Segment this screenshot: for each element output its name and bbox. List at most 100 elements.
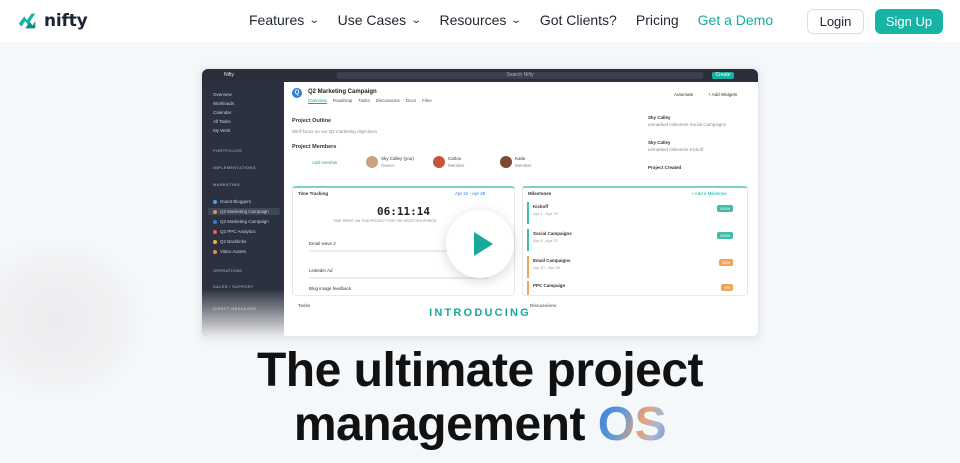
- time-tracking-heading: Time Tracking: [298, 191, 329, 196]
- sidebar-item-q2-marketing-active: Q2 Marketing Campaign: [213, 219, 269, 224]
- product-video-preview[interactable]: Nifty Search Nifty Create Overview Workl…: [201, 68, 759, 337]
- nav-pricing-label: Pricing: [635, 12, 679, 28]
- avatar: [366, 156, 378, 168]
- activity-title: Sky Calley: [648, 115, 671, 120]
- project-outline-heading: Project Outline: [292, 118, 332, 124]
- milestone-name: Email Campaigns: [533, 258, 571, 263]
- nav-resources-label: Resources: [439, 12, 507, 28]
- nav-features[interactable]: Features ⌄: [249, 12, 320, 28]
- nav-pricing[interactable]: Pricing: [636, 12, 679, 28]
- brand-name: nifty: [44, 11, 88, 31]
- nav-get-a-demo-label: Get a Demo: [697, 12, 774, 28]
- login-button[interactable]: Login: [807, 9, 864, 34]
- milestone-dates: Apr 8 - Apr 22: [533, 238, 558, 243]
- sidebar-item-label: Video Assets: [220, 249, 246, 254]
- sidebar-head-implementations: IMPLEMENTATIONS: [213, 165, 256, 170]
- nav-use-cases-label: Use Cases: [337, 12, 407, 28]
- activity-title: Sky Calley: [648, 140, 671, 145]
- sidebar-item-calendar: Calendar: [213, 110, 232, 115]
- automate-button: Automate: [674, 92, 694, 97]
- tab-tasks: Tasks: [358, 98, 370, 103]
- nav-resources[interactable]: Resources ⌄: [439, 12, 523, 28]
- tab-overview: Overview: [308, 98, 327, 104]
- time-entry: Email wave 2: [309, 241, 336, 246]
- project-title: Q2 Marketing Campaign: [308, 89, 377, 95]
- activity-text: unmarked milestone Kickoff: [648, 147, 704, 152]
- hero-title: The ultimate project management OS: [0, 344, 960, 452]
- hero-title-line2: management: [293, 398, 598, 451]
- milestone-name: Kickoff: [533, 204, 549, 209]
- milestones-card: Milestones + Add a Milestone Kickoff Apr…: [522, 186, 748, 296]
- milestone-progress: 40%: [718, 259, 733, 266]
- time-caption: TIME SPENT ON THIS PROJECT FOR THE SELEC…: [333, 219, 437, 223]
- sidebar-item-video-assets: Video Assets: [213, 249, 246, 254]
- tab-roadmap: Roadmap: [332, 98, 353, 103]
- nav-features-label: Features: [249, 12, 305, 28]
- add-widgets-button: + Add Widgets: [708, 92, 738, 97]
- play-video-button[interactable]: [446, 210, 514, 278]
- nifty-logo-icon: [18, 13, 36, 29]
- project-outline-text: We'll focus on our Q2 marketing objectiv…: [292, 129, 378, 134]
- tab-docs: Docs: [405, 98, 417, 103]
- chevron-down-icon: ⌄: [308, 14, 320, 26]
- sidebar-head-portfolios: PORTFOLIOS: [213, 148, 242, 153]
- tab-files: Files: [422, 98, 432, 103]
- sidebar-item-label: Q2 Backlinks: [220, 239, 247, 244]
- milestones-heading: Milestones: [528, 191, 552, 196]
- add-member-link: Add member: [312, 160, 338, 165]
- nav-got-clients[interactable]: Got Clients?: [540, 12, 617, 28]
- sidebar-head-marketing: MARKETING: [213, 182, 240, 187]
- project-dot-icon: [213, 199, 217, 204]
- avatar: [433, 156, 445, 168]
- sidebar-item-workloads: Workloads: [213, 101, 235, 106]
- app-search-field: Search Nifty: [337, 72, 703, 79]
- nav-get-a-demo[interactable]: Get a Demo: [698, 12, 773, 28]
- app-create-button: Create: [712, 72, 734, 79]
- time-entry: LinkedIn Ad: [309, 268, 333, 273]
- project-badge: Q: [292, 88, 302, 98]
- hero-title-line1: The ultimate project: [256, 344, 704, 397]
- project-dot-icon: [213, 209, 217, 214]
- member-role: Member: [448, 163, 465, 168]
- top-navigation: nifty Features ⌄ Use Cases ⌄ Resources ⌄…: [0, 0, 960, 42]
- avatar: [500, 156, 512, 168]
- milestone-name: Social Campaigns: [533, 231, 572, 236]
- chevron-down-icon: ⌄: [410, 14, 422, 26]
- project-dot-icon: [213, 229, 217, 234]
- project-dot-icon: [213, 219, 217, 224]
- activity-text: unmarked milestone Social Campaigns: [648, 122, 727, 127]
- member-role: Member: [515, 163, 532, 168]
- divider: [309, 277, 489, 279]
- project-dot-icon: [213, 239, 217, 244]
- milestone-name: PPC Campaign: [533, 283, 566, 288]
- milestone-row: Email Campaigns Apr 10 - Apr 25 40%: [527, 256, 739, 278]
- nav-use-cases[interactable]: Use Cases ⌄: [337, 12, 422, 28]
- milestone-progress: 100%: [716, 205, 733, 212]
- nifty-logo[interactable]: nifty: [16, 10, 88, 32]
- sidebar-item-q2-ppc: Q2 PPC Analytics: [213, 229, 256, 234]
- sidebar-item-q2-backlinks: Q2 Backlinks: [213, 239, 246, 244]
- sign-up-button[interactable]: Sign Up: [875, 9, 943, 34]
- play-icon: [473, 232, 493, 256]
- tab-discussions: Discussions: [375, 98, 400, 103]
- activity-title: Project Created: [648, 165, 682, 170]
- hero-title-highlight: OS: [597, 398, 667, 451]
- milestone-row: Social Campaigns Apr 8 - Apr 22 100%: [527, 229, 739, 251]
- app-topbar: Nifty Search Nifty Create: [202, 69, 758, 82]
- nav-got-clients-label: Got Clients?: [539, 12, 617, 28]
- sidebar-item-overview: Overview: [213, 92, 232, 97]
- milestone-dates: Apr 10 - Apr 25: [533, 265, 560, 270]
- project-dot-icon: [213, 249, 217, 254]
- milestone-dates: Apr 1 - Apr 19: [533, 211, 558, 216]
- nav-links: Features ⌄ Use Cases ⌄ Resources ⌄ Got C…: [249, 12, 792, 28]
- sidebar-item-label: Q2 Marketing Campaign: [220, 219, 269, 224]
- member-name: Carlos: [448, 156, 462, 161]
- milestone-progress: 100%: [716, 232, 733, 239]
- member-role: Owner: [381, 163, 395, 168]
- sidebar-item-label: Q2 PPC Analytics: [220, 229, 256, 234]
- chevron-down-icon: ⌄: [511, 14, 523, 26]
- introducing-label: INTRODUCING: [429, 307, 531, 319]
- sidebar-item-q2-marketing: Q2 Marketing Campaign: [213, 209, 269, 214]
- sidebar-item-label: Guest Bloggers: [220, 199, 252, 204]
- sidebar-item-all-tasks: All Tasks: [213, 119, 231, 124]
